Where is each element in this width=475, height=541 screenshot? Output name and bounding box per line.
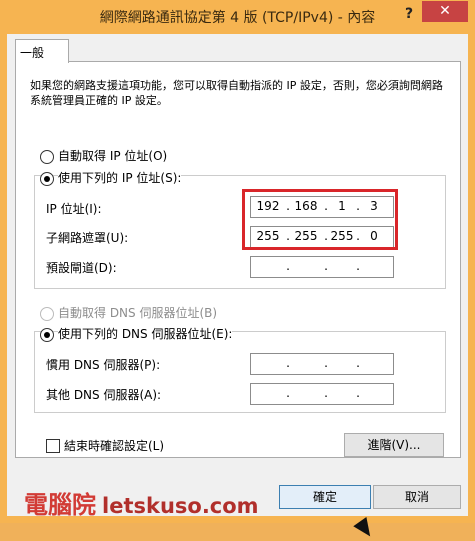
default-gateway-label: 預設閘道(D): xyxy=(46,261,117,275)
manual-ip-radio[interactable] xyxy=(40,172,54,186)
cancel-button[interactable]: 取消 xyxy=(373,485,461,509)
preferred-dns-label: 慣用 DNS 伺服器(P): xyxy=(46,358,161,372)
tab-general[interactable]: 一般 xyxy=(15,39,69,63)
dialog-client-area: 一般 如果您的網路支援這項功能，您可以取得自動指派的 IP 設定，否則，您必須詢… xyxy=(7,34,468,541)
watermark-logo: 電腦院 letskuso.com xyxy=(24,485,259,520)
gateway-dot: . xyxy=(324,259,328,273)
pdns-dot: . xyxy=(324,356,328,370)
manual-dns-radio[interactable] xyxy=(40,328,54,342)
title-bar[interactable]: 網際網路通訊協定第 4 版 (TCP/IPv4) - 內容 ? ✕ xyxy=(0,0,475,34)
ip-highlight-frame xyxy=(242,189,398,250)
validate-checkbox[interactable] xyxy=(46,439,60,453)
auto-dns-label: 自動取得 DNS 伺服器位址(B) xyxy=(58,306,218,320)
general-settings-panel: 如果您的網路支援這項功能，您可以取得自動指派的 IP 設定，否則，您必須詢問網路… xyxy=(15,61,461,458)
manual-dns-label: 使用下列的 DNS 伺服器位址(E): xyxy=(58,325,233,342)
pdns-dot: . xyxy=(356,356,360,370)
preferred-dns-input[interactable]: . . . xyxy=(250,353,394,375)
tab-general-label: 一般 xyxy=(20,46,45,60)
auto-dns-radio[interactable] xyxy=(40,307,54,321)
ok-button[interactable]: 確定 xyxy=(279,485,371,509)
description-text: 如果您的網路支援這項功能，您可以取得自動指派的 IP 設定，否則，您必須詢問網路… xyxy=(30,79,443,107)
ip-address-label: IP 位址(I): xyxy=(46,202,102,216)
help-button[interactable]: ? xyxy=(398,3,420,25)
alternate-dns-label: 其他 DNS 伺服器(A): xyxy=(46,388,162,402)
gateway-dot: . xyxy=(356,259,360,273)
pdns-dot: . xyxy=(286,356,290,370)
validate-label: 結束時確認設定(L) xyxy=(64,439,165,453)
watermark-site: letskuso.com xyxy=(102,494,259,518)
adns-dot: . xyxy=(286,386,290,400)
mouse-cursor-icon xyxy=(353,517,377,541)
auto-ip-label: 自動取得 IP 位址(O) xyxy=(58,149,168,163)
adns-dot: . xyxy=(324,386,328,400)
advanced-button[interactable]: 進階(V)... xyxy=(344,433,444,457)
manual-ip-label: 使用下列的 IP 位址(S): xyxy=(58,169,182,186)
adns-dot: . xyxy=(356,386,360,400)
auto-ip-radio[interactable] xyxy=(40,150,54,164)
alternate-dns-input[interactable]: . . . xyxy=(250,383,394,405)
default-gateway-input[interactable]: . . . xyxy=(250,256,394,278)
close-button[interactable]: ✕ xyxy=(422,1,468,22)
gateway-dot: . xyxy=(286,259,290,273)
watermark-chinese: 電腦院 xyxy=(24,491,96,519)
subnet-mask-label: 子網路遮罩(U): xyxy=(46,231,129,245)
tcp-ipv4-properties-window: 網際網路通訊協定第 4 版 (TCP/IPv4) - 內容 ? ✕ 一般 如果您… xyxy=(0,0,475,541)
